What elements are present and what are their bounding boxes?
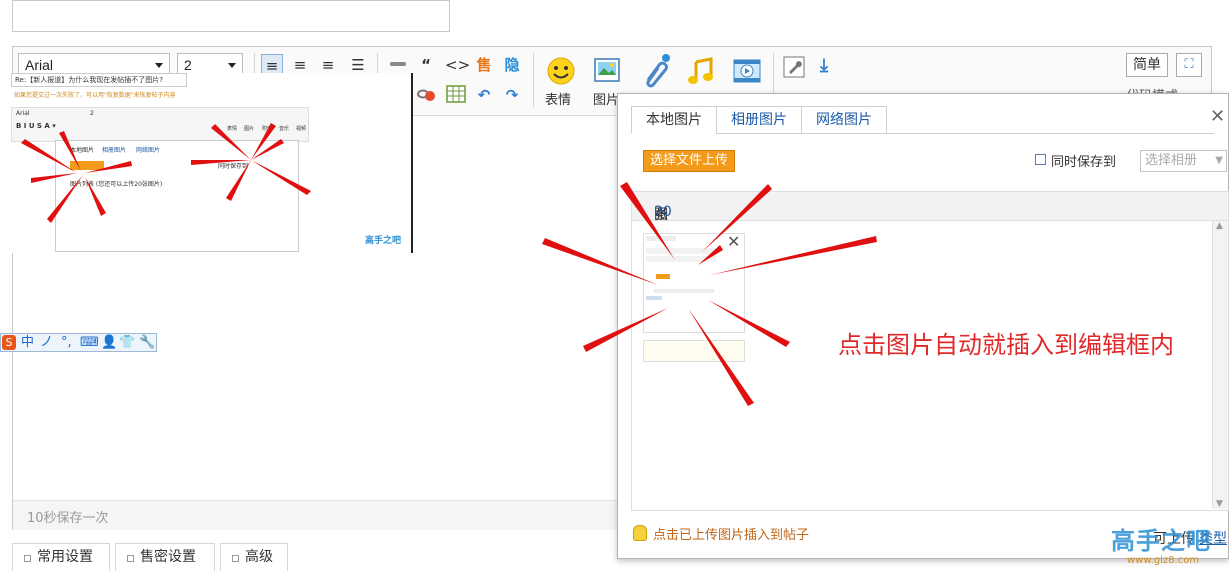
annotation-arrows <box>542 182 877 406</box>
sync-checkbox[interactable] <box>1035 154 1046 165</box>
lightbulb-icon <box>633 525 647 541</box>
hint-text: 点击已上传图片插入到帖子 <box>653 528 810 543</box>
chevron-up-icon[interactable]: ▲ <box>1216 221 1223 231</box>
close-icon[interactable]: ✕ <box>1210 106 1225 127</box>
checkbox-icon <box>24 555 31 562</box>
table-icon[interactable] <box>445 84 467 106</box>
sync-label: 同时保存到 <box>1051 155 1117 170</box>
moon-icon[interactable]: ノ <box>40 334 53 351</box>
watermark-url: www.glz8.com <box>1127 555 1200 566</box>
settings-wrench-icon[interactable]: 🔧 <box>139 334 155 351</box>
tab-advanced[interactable]: 高级 <box>220 543 288 571</box>
video-icon[interactable] <box>731 56 763 88</box>
inserted-screenshot[interactable]: Re:【新人报道】为什么我现在发帖插不了图片? 如果您提交过一次失败了，可以用"… <box>11 73 413 253</box>
checkbox-icon <box>127 555 134 562</box>
attachment-icon[interactable] <box>638 54 670 88</box>
embedded-arrows <box>21 123 311 223</box>
ime-toolbar[interactable]: S 中 ノ °, ⌨ 👤 👕 🔧 <box>0 333 157 352</box>
annotation-text: 点击图片自动就插入到编辑框内 <box>838 331 1174 359</box>
ime-chinese-mode[interactable]: 中 <box>21 334 34 351</box>
emoji-label: 表情 <box>545 93 572 108</box>
quote-icon[interactable]: “ <box>415 54 437 76</box>
font-size-value: 2 <box>184 57 192 73</box>
watermark: 高手之吧 www.glz8.com <box>1107 521 1225 569</box>
checkbox-icon <box>232 555 239 562</box>
select-file-upload-button[interactable]: 选择文件上传 <box>643 150 735 172</box>
image-label: 图片 <box>593 93 620 108</box>
skin-icon[interactable]: 👕 <box>119 334 135 351</box>
tab-common-settings[interactable]: 常用设置 <box>12 543 110 571</box>
toolbar-separator <box>533 53 534 107</box>
subject-input[interactable] <box>12 0 450 32</box>
watermark-text: 高手之吧 <box>1111 527 1211 555</box>
image-icon[interactable] <box>591 56 623 88</box>
chevron-down-icon <box>155 63 163 68</box>
tab-album-images[interactable]: 相册图片 <box>716 106 802 134</box>
download-icon[interactable]: ⤓ <box>813 55 835 77</box>
autosave-text: 10秒保存一次 <box>27 511 109 526</box>
chevron-down-icon: ▼ <box>1215 155 1223 166</box>
code-icon[interactable]: <> <box>445 54 470 76</box>
album-select[interactable]: 选择相册 ▼ <box>1140 150 1227 172</box>
user-icon[interactable]: 👤 <box>101 334 117 351</box>
unlink-icon[interactable] <box>415 84 437 106</box>
font-family-value: Arial <box>25 57 54 73</box>
album-placeholder: 选择相册 <box>1145 153 1198 168</box>
smiley-icon[interactable] <box>545 56 577 88</box>
insert-hint: 点击已上传图片插入到帖子 <box>633 524 809 543</box>
sogou-logo-icon: S <box>2 335 16 350</box>
undo-icon[interactable]: ↶ <box>473 84 495 106</box>
music-icon[interactable] <box>685 56 717 88</box>
tab-sale-settings[interactable]: 售密设置 <box>115 543 215 571</box>
wrench-icon[interactable] <box>783 56 805 78</box>
keyboard-icon[interactable]: ⌨ <box>80 334 99 351</box>
chevron-down-icon[interactable]: ▼ <box>1216 499 1223 509</box>
vertical-scrollbar[interactable]: ▲ ▼ <box>1212 221 1228 509</box>
hide-icon[interactable]: 隐 <box>501 54 523 76</box>
tab-label: 售密设置 <box>140 549 196 565</box>
tab-label: 常用设置 <box>37 549 93 565</box>
fullscreen-icon[interactable]: ⛶ <box>1176 53 1202 77</box>
punctuation-icon[interactable]: °, <box>61 334 72 351</box>
sale-icon[interactable]: 售 <box>473 54 495 76</box>
redo-icon[interactable]: ↷ <box>501 84 523 106</box>
tab-local-images[interactable]: 本地图片 <box>631 106 717 134</box>
simple-mode-button[interactable]: 简单 <box>1126 53 1168 77</box>
tab-label: 高级 <box>245 549 273 565</box>
tab-web-images[interactable]: 网络图片 <box>801 106 887 134</box>
chevron-down-icon <box>228 63 236 68</box>
